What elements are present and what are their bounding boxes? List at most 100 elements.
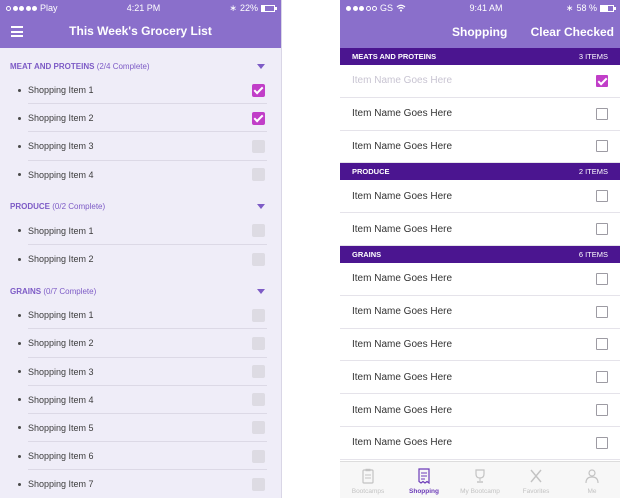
- list-item[interactable]: Shopping Item 3: [0, 358, 281, 386]
- carrier-label: Play: [40, 3, 58, 13]
- category-name: MEATS AND PROTEINS: [352, 52, 437, 61]
- signal-icon: [346, 5, 377, 11]
- checkbox[interactable]: [252, 421, 265, 435]
- bullet-icon: [18, 229, 21, 233]
- list-item[interactable]: Shopping Item 4: [0, 161, 281, 189]
- battery-icon: [260, 4, 277, 12]
- bullet-icon: [18, 116, 21, 120]
- checkbox[interactable]: [596, 404, 608, 417]
- list-item[interactable]: Shopping Item 1: [0, 217, 281, 246]
- trophy-icon: [472, 468, 488, 488]
- checkbox[interactable]: [596, 436, 608, 449]
- checked-checkbox[interactable]: [252, 83, 265, 97]
- list-item[interactable]: Shopping Item 4: [0, 386, 281, 415]
- battery-icon: [599, 4, 616, 12]
- section-name: MEAT AND PROTEINS: [10, 61, 95, 71]
- page-title: Shopping: [452, 25, 508, 39]
- tab-label: Bootcamps: [351, 488, 385, 495]
- list-item[interactable]: Item Name Goes Here: [340, 394, 620, 427]
- list-item[interactable]: Shopping Item 1: [0, 301, 281, 330]
- section-name: PRODUCE: [10, 202, 51, 212]
- list-item[interactable]: Shopping Item 3: [0, 132, 281, 161]
- caret-down-icon[interactable]: [257, 63, 265, 69]
- item-label: Shopping Item 2: [28, 113, 94, 124]
- list-item[interactable]: Shopping Item 1: [0, 76, 281, 105]
- status-bar: GS 9:41 AM ∗ 58 %: [340, 0, 620, 16]
- tab-favorites[interactable]: Favorites: [508, 462, 564, 498]
- shopping-list: MEATS AND PROTEINS 3 ITEMS Item Name Goes …: [340, 48, 620, 460]
- list-item[interactable]: Item Name Goes Here: [340, 427, 620, 460]
- tab-shopping[interactable]: Shopping: [396, 462, 452, 498]
- section-header[interactable]: GRAINS (0/7 Complete): [0, 281, 281, 301]
- checkbox[interactable]: [596, 371, 608, 384]
- tab-me[interactable]: Me: [564, 462, 620, 498]
- checkbox[interactable]: [596, 272, 608, 285]
- checkbox[interactable]: [252, 477, 265, 491]
- tab-my-bootcamp[interactable]: My Bootcamp: [452, 462, 508, 498]
- page-title: This Week's Grocery List: [69, 24, 212, 38]
- tab-bar: Bootcamps Shopping My Bootcamp Favorites Me: [340, 461, 620, 498]
- list-item[interactable]: Item Name Goes Here: [340, 98, 620, 131]
- category-header: GRAINS 6 ITEMS: [340, 245, 620, 263]
- status-time: 4:21 PM: [126, 3, 161, 13]
- section-header[interactable]: PRODUCE (0/2 Complete): [0, 197, 281, 217]
- section-title: GRAINS (0/7 Complete): [10, 287, 96, 296]
- checkbox[interactable]: [252, 393, 265, 407]
- checkbox[interactable]: [252, 252, 265, 266]
- checkbox[interactable]: [596, 223, 608, 236]
- checkbox[interactable]: [252, 336, 265, 350]
- item-label: Shopping Item 2: [28, 254, 94, 265]
- item-label: Item Name Goes Here: [352, 404, 453, 416]
- item-label: Shopping Item 3: [28, 366, 94, 377]
- battery-percent: 22%: [239, 3, 258, 13]
- section-items: Shopping Item 1 Shopping Item 2 Shopping I…: [0, 76, 281, 189]
- list-item[interactable]: Shopping Item 7: [0, 470, 281, 498]
- category-count: 2 ITEMS: [578, 167, 608, 177]
- checked-checkbox[interactable]: [596, 74, 608, 87]
- category-count: 3 ITEMS: [578, 52, 608, 61]
- list-item[interactable]: Item Name Goes Here: [340, 263, 620, 296]
- list-item[interactable]: Item Name Goes Here: [340, 329, 620, 362]
- list-item[interactable]: Item Name Goes Here: [340, 361, 620, 395]
- section-header[interactable]: MEAT AND PROTEINS (2/4 Complete): [0, 56, 281, 76]
- checkbox[interactable]: [252, 449, 265, 463]
- section-name: GRAINS: [10, 286, 42, 296]
- checkbox[interactable]: [252, 365, 265, 379]
- list-item[interactable]: Item Name Goes Here: [340, 180, 620, 214]
- list-item[interactable]: Shopping Item 2: [0, 329, 281, 358]
- checkbox[interactable]: [252, 224, 265, 238]
- item-label: Item Name Goes Here: [352, 371, 453, 383]
- caret-down-icon[interactable]: [257, 288, 265, 294]
- list-item[interactable]: Shopping Item 5: [0, 414, 281, 443]
- list-item[interactable]: Item Name Goes Here: [340, 296, 620, 329]
- checked-checkbox[interactable]: [252, 111, 265, 125]
- tab-bootcamps[interactable]: Bootcamps: [340, 462, 396, 498]
- item-label: Item Name Goes Here: [352, 338, 453, 350]
- bullet-icon: [18, 426, 21, 430]
- item-label: Item Name Goes Here: [352, 75, 453, 87]
- list-item[interactable]: Shopping Item 2: [0, 104, 281, 133]
- nav-bar: Shopping Clear Checked: [340, 16, 620, 48]
- list-item[interactable]: Shopping Item 2: [0, 245, 281, 273]
- checkbox[interactable]: [596, 305, 608, 318]
- utensils-icon: [528, 468, 544, 488]
- checkbox[interactable]: [596, 338, 608, 351]
- grocery-list: MEAT AND PROTEINS (2/4 Complete) Shopping…: [0, 56, 281, 498]
- checkbox[interactable]: [252, 308, 265, 322]
- checkbox[interactable]: [596, 190, 608, 203]
- list-item[interactable]: Shopping Item 6: [0, 442, 281, 471]
- bullet-icon: [18, 341, 21, 345]
- checkbox[interactable]: [596, 140, 608, 153]
- checkbox[interactable]: [596, 107, 608, 120]
- list-item[interactable]: Item Name Goes Here: [340, 131, 620, 164]
- tab-label: Favorites: [522, 488, 550, 495]
- bullet-icon: [18, 257, 21, 261]
- tab-label: My Bootcamp: [460, 488, 500, 495]
- clear-checked-button[interactable]: Clear Checked: [531, 25, 614, 39]
- list-item[interactable]: Item Name Goes Here: [340, 65, 620, 98]
- caret-down-icon[interactable]: [257, 204, 265, 210]
- bullet-icon: [18, 144, 21, 148]
- list-item[interactable]: Item Name Goes Here: [340, 213, 620, 246]
- checkbox[interactable]: [252, 168, 265, 182]
- checkbox[interactable]: [252, 139, 265, 153]
